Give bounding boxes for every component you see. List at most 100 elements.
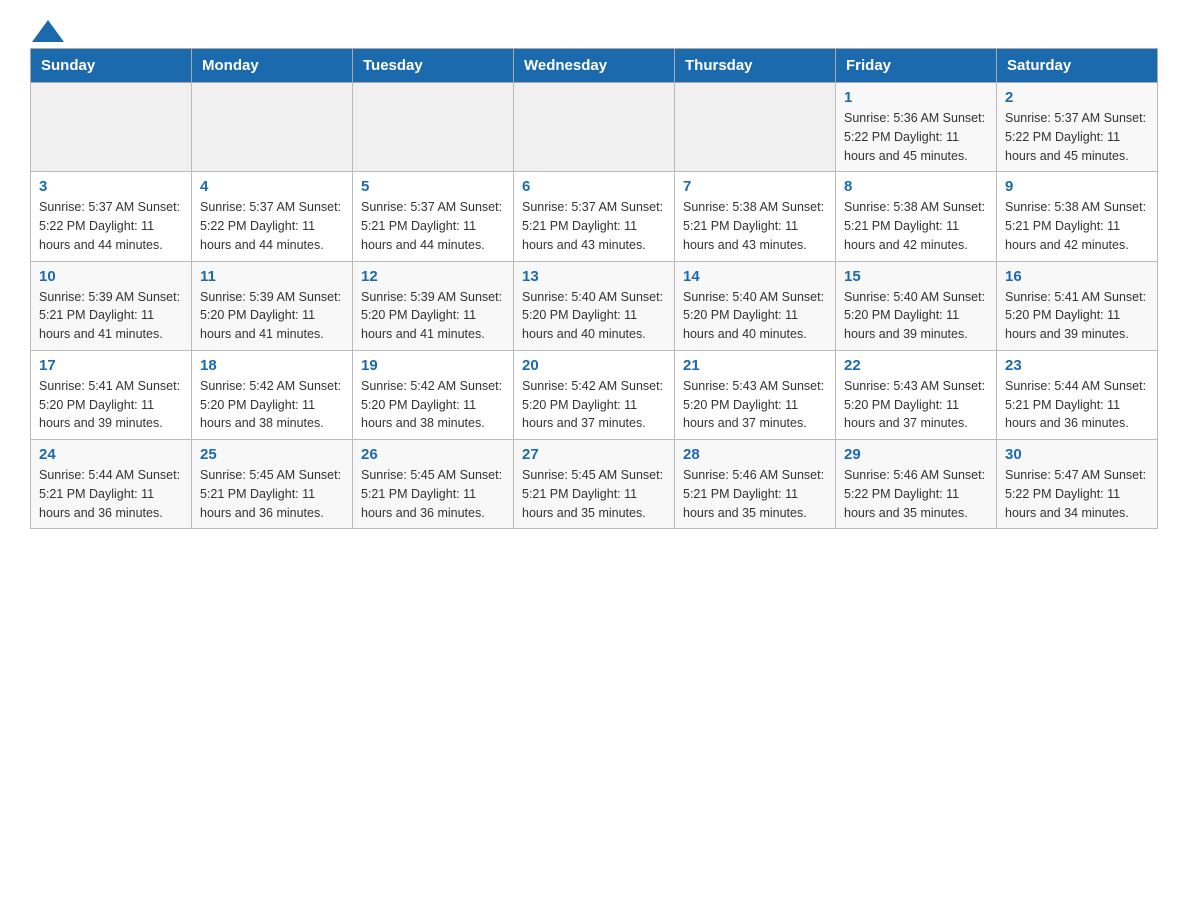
calendar-header-sunday: Sunday	[31, 49, 192, 83]
day-number: 12	[361, 268, 505, 285]
calendar-day-cell	[353, 83, 514, 172]
day-info: Sunrise: 5:40 AM Sunset: 5:20 PM Dayligh…	[844, 288, 988, 344]
day-number: 6	[522, 178, 666, 195]
day-info: Sunrise: 5:44 AM Sunset: 5:21 PM Dayligh…	[39, 466, 183, 522]
calendar-day-cell: 21 Sunrise: 5:43 AM Sunset: 5:20 PM Dayli…	[675, 350, 836, 439]
calendar-header-saturday: Saturday	[997, 49, 1158, 83]
day-info: Sunrise: 5:40 AM Sunset: 5:20 PM Dayligh…	[683, 288, 827, 344]
calendar-week-row: 10Sunrise: 5:39 AM Sunset: 5:21 PM Dayli…	[31, 261, 1158, 350]
calendar-day-cell: 20Sunrise: 5:42 AM Sunset: 5:20 PM Dayli…	[514, 350, 675, 439]
calendar-day-cell: 11 Sunrise: 5:39 AM Sunset: 5:20 PM Dayli…	[192, 261, 353, 350]
calendar-header-row: SundayMondayTuesdayWednesdayThursdayFrid…	[31, 49, 1158, 83]
calendar-day-cell: 17 Sunrise: 5:41 AM Sunset: 5:20 PM Dayli…	[31, 350, 192, 439]
day-number: 25	[200, 446, 344, 463]
day-number: 26	[361, 446, 505, 463]
calendar-day-cell: 23 Sunrise: 5:44 AM Sunset: 5:21 PM Dayli…	[997, 350, 1158, 439]
day-info: Sunrise: 5:36 AM Sunset: 5:22 PM Dayligh…	[844, 109, 988, 165]
day-info: Sunrise: 5:38 AM Sunset: 5:21 PM Dayligh…	[1005, 198, 1149, 254]
calendar-day-cell	[675, 83, 836, 172]
page-header	[30, 20, 1158, 38]
day-info: Sunrise: 5:41 AM Sunset: 5:20 PM Dayligh…	[39, 377, 183, 433]
day-info: Sunrise: 5:37 AM Sunset: 5:21 PM Dayligh…	[522, 198, 666, 254]
calendar-day-cell: 22Sunrise: 5:43 AM Sunset: 5:20 PM Dayli…	[836, 350, 997, 439]
calendar-day-cell: 1Sunrise: 5:36 AM Sunset: 5:22 PM Daylig…	[836, 83, 997, 172]
calendar-table: SundayMondayTuesdayWednesdayThursdayFrid…	[30, 48, 1158, 529]
calendar-day-cell: 24 Sunrise: 5:44 AM Sunset: 5:21 PM Dayli…	[31, 440, 192, 529]
day-number: 7	[683, 178, 827, 195]
day-number: 30	[1005, 446, 1149, 463]
day-info: Sunrise: 5:43 AM Sunset: 5:20 PM Dayligh…	[683, 377, 827, 433]
day-number: 15	[844, 268, 988, 285]
day-info: Sunrise: 5:38 AM Sunset: 5:21 PM Dayligh…	[683, 198, 827, 254]
day-number: 29	[844, 446, 988, 463]
day-number: 18	[200, 357, 344, 374]
calendar-day-cell: 18 Sunrise: 5:42 AM Sunset: 5:20 PM Dayli…	[192, 350, 353, 439]
day-number: 9	[1005, 178, 1149, 195]
calendar-day-cell	[514, 83, 675, 172]
day-number: 28	[683, 446, 827, 463]
day-number: 23	[1005, 357, 1149, 374]
calendar-day-cell	[31, 83, 192, 172]
calendar-day-cell	[192, 83, 353, 172]
calendar-day-cell: 19 Sunrise: 5:42 AM Sunset: 5:20 PM Dayli…	[353, 350, 514, 439]
day-number: 13	[522, 268, 666, 285]
calendar-week-row: 3 Sunrise: 5:37 AM Sunset: 5:22 PM Daylig…	[31, 172, 1158, 261]
calendar-day-cell: 7 Sunrise: 5:38 AM Sunset: 5:21 PM Daylig…	[675, 172, 836, 261]
day-info: Sunrise: 5:45 AM Sunset: 5:21 PM Dayligh…	[200, 466, 344, 522]
calendar-day-cell: 29 Sunrise: 5:46 AM Sunset: 5:22 PM Dayli…	[836, 440, 997, 529]
calendar-day-cell: 6 Sunrise: 5:37 AM Sunset: 5:21 PM Daylig…	[514, 172, 675, 261]
day-info: Sunrise: 5:47 AM Sunset: 5:22 PM Dayligh…	[1005, 466, 1149, 522]
day-info: Sunrise: 5:44 AM Sunset: 5:21 PM Dayligh…	[1005, 377, 1149, 433]
calendar-header-friday: Friday	[836, 49, 997, 83]
day-info: Sunrise: 5:45 AM Sunset: 5:21 PM Dayligh…	[522, 466, 666, 522]
calendar-header-wednesday: Wednesday	[514, 49, 675, 83]
day-number: 11	[200, 268, 344, 285]
calendar-day-cell: 15 Sunrise: 5:40 AM Sunset: 5:20 PM Dayli…	[836, 261, 997, 350]
day-number: 2	[1005, 89, 1149, 106]
day-number: 8	[844, 178, 988, 195]
logo	[30, 20, 64, 38]
calendar-day-cell: 16 Sunrise: 5:41 AM Sunset: 5:20 PM Dayli…	[997, 261, 1158, 350]
day-info: Sunrise: 5:39 AM Sunset: 5:20 PM Dayligh…	[200, 288, 344, 344]
day-number: 16	[1005, 268, 1149, 285]
day-number: 4	[200, 178, 344, 195]
day-info: Sunrise: 5:37 AM Sunset: 5:22 PM Dayligh…	[200, 198, 344, 254]
day-info: Sunrise: 5:42 AM Sunset: 5:20 PM Dayligh…	[361, 377, 505, 433]
calendar-day-cell: 30 Sunrise: 5:47 AM Sunset: 5:22 PM Dayli…	[997, 440, 1158, 529]
day-number: 10	[39, 268, 183, 285]
day-number: 22	[844, 357, 988, 374]
day-number: 19	[361, 357, 505, 374]
day-number: 21	[683, 357, 827, 374]
day-info: Sunrise: 5:38 AM Sunset: 5:21 PM Dayligh…	[844, 198, 988, 254]
calendar-day-cell: 26Sunrise: 5:45 AM Sunset: 5:21 PM Dayli…	[353, 440, 514, 529]
calendar-day-cell: 25 Sunrise: 5:45 AM Sunset: 5:21 PM Dayli…	[192, 440, 353, 529]
day-info: Sunrise: 5:37 AM Sunset: 5:22 PM Dayligh…	[1005, 109, 1149, 165]
day-info: Sunrise: 5:37 AM Sunset: 5:21 PM Dayligh…	[361, 198, 505, 254]
calendar-week-row: 1Sunrise: 5:36 AM Sunset: 5:22 PM Daylig…	[31, 83, 1158, 172]
calendar-day-cell: 9 Sunrise: 5:38 AM Sunset: 5:21 PM Daylig…	[997, 172, 1158, 261]
calendar-week-row: 17 Sunrise: 5:41 AM Sunset: 5:20 PM Dayli…	[31, 350, 1158, 439]
day-number: 17	[39, 357, 183, 374]
calendar-day-cell: 27Sunrise: 5:45 AM Sunset: 5:21 PM Dayli…	[514, 440, 675, 529]
calendar-day-cell: 13 Sunrise: 5:40 AM Sunset: 5:20 PM Dayli…	[514, 261, 675, 350]
day-number: 3	[39, 178, 183, 195]
calendar-day-cell: 8 Sunrise: 5:38 AM Sunset: 5:21 PM Daylig…	[836, 172, 997, 261]
calendar-week-row: 24 Sunrise: 5:44 AM Sunset: 5:21 PM Dayli…	[31, 440, 1158, 529]
calendar-header-tuesday: Tuesday	[353, 49, 514, 83]
calendar-day-cell: 5 Sunrise: 5:37 AM Sunset: 5:21 PM Daylig…	[353, 172, 514, 261]
day-number: 5	[361, 178, 505, 195]
day-number: 14	[683, 268, 827, 285]
day-info: Sunrise: 5:46 AM Sunset: 5:21 PM Dayligh…	[683, 466, 827, 522]
calendar-day-cell: 4 Sunrise: 5:37 AM Sunset: 5:22 PM Daylig…	[192, 172, 353, 261]
day-info: Sunrise: 5:40 AM Sunset: 5:20 PM Dayligh…	[522, 288, 666, 344]
day-info: Sunrise: 5:42 AM Sunset: 5:20 PM Dayligh…	[200, 377, 344, 433]
calendar-day-cell: 28 Sunrise: 5:46 AM Sunset: 5:21 PM Dayli…	[675, 440, 836, 529]
day-info: Sunrise: 5:42 AM Sunset: 5:20 PM Dayligh…	[522, 377, 666, 433]
day-info: Sunrise: 5:46 AM Sunset: 5:22 PM Dayligh…	[844, 466, 988, 522]
calendar-day-cell: 3Sunrise: 5:37 AM Sunset: 5:22 PM Daylig…	[31, 172, 192, 261]
calendar-header-monday: Monday	[192, 49, 353, 83]
day-number: 24	[39, 446, 183, 463]
calendar-day-cell: 12Sunrise: 5:39 AM Sunset: 5:20 PM Dayli…	[353, 261, 514, 350]
day-info: Sunrise: 5:41 AM Sunset: 5:20 PM Dayligh…	[1005, 288, 1149, 344]
calendar-day-cell: 10Sunrise: 5:39 AM Sunset: 5:21 PM Dayli…	[31, 261, 192, 350]
